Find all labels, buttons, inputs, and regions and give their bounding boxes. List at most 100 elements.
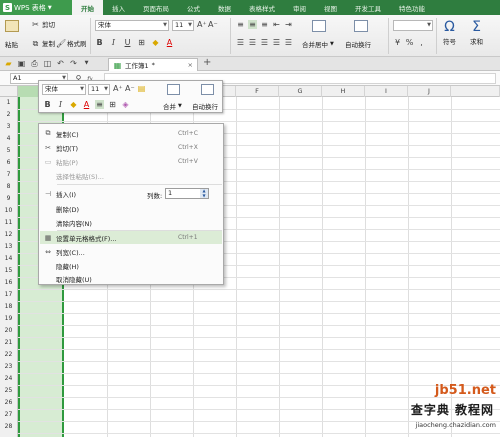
underline-icon[interactable]: U (123, 38, 132, 47)
row-header[interactable]: 10 (0, 205, 17, 217)
format-painter-button[interactable]: 🖌 格式刷 (56, 38, 87, 49)
tab-workbook1[interactable]: ▦ 工作簿1 * × (108, 58, 198, 71)
paste-button[interactable]: 粘贴 (5, 39, 18, 49)
row-header[interactable]: 25 (0, 385, 17, 397)
row-header[interactable]: 12 (0, 229, 17, 241)
menu-item-delete[interactable]: 删除(D) (40, 202, 222, 215)
font-grow-icon[interactable]: A⁺ (113, 84, 123, 93)
border-icon[interactable]: ⊞ (108, 100, 117, 109)
row-header[interactable]: 26 (0, 397, 17, 409)
row-header[interactable]: 8 (0, 181, 17, 193)
tab-features[interactable]: 特色功能 (390, 0, 434, 15)
row-header[interactable]: 24 (0, 373, 17, 385)
sum-button[interactable]: Σ 求和 (470, 19, 483, 46)
mini-font-name-select[interactable]: 宋体 ▼ (42, 84, 86, 95)
menu-item-paste-special[interactable]: 选择性粘贴(S)... (40, 169, 222, 182)
row-header[interactable]: 9 (0, 193, 17, 205)
select-all-corner[interactable] (0, 86, 18, 97)
row-header[interactable]: 14 (0, 253, 17, 265)
row-header[interactable]: 7 (0, 169, 17, 181)
new-tab-button[interactable]: + (203, 57, 211, 68)
menu-item-format-cells[interactable]: ▦ 设置单元格格式(F)... Ctrl+1 (40, 231, 222, 244)
font-grow-icon[interactable]: A⁺ (197, 20, 207, 29)
merge-center-button[interactable]: 合并居中 ▼ (302, 39, 334, 49)
copy-button[interactable]: ⧉ 复制 (31, 38, 55, 49)
merge-center-icon[interactable] (312, 20, 326, 32)
thousands-icon[interactable]: , (417, 38, 426, 47)
row-header[interactable]: 20 (0, 325, 17, 337)
tab-page-layout[interactable]: 页面布局 (134, 0, 178, 15)
row-header[interactable]: 6 (0, 157, 17, 169)
row-header[interactable]: 23 (0, 361, 17, 373)
indent-decrease-icon[interactable]: ⇤ (272, 20, 281, 29)
border-icon[interactable]: ⊞ (137, 38, 146, 47)
row-header[interactable]: 11 (0, 217, 17, 229)
indent-increase-icon[interactable]: ⇥ (284, 20, 293, 29)
menu-item-copy[interactable]: ⧉ 复制(C) Ctrl+C (40, 127, 222, 140)
row-header[interactable]: 5 (0, 145, 17, 157)
row-header[interactable]: 22 (0, 349, 17, 361)
table-style-icon[interactable]: ▤ (137, 84, 146, 93)
distribute-icon[interactable]: ☰ (284, 38, 293, 47)
align-center-icon[interactable]: ☰ (248, 38, 257, 47)
menu-item-clear[interactable]: 清除内容(N) (40, 216, 222, 229)
align-top-icon[interactable]: ≡ (236, 20, 245, 29)
font-color-icon[interactable]: A (82, 100, 91, 109)
mini-merge-button[interactable]: 合并 ▼ (163, 101, 182, 111)
row-header[interactable]: 3 (0, 121, 17, 133)
menu-item-hide[interactable]: 隐藏(H) (40, 259, 222, 272)
preview-icon[interactable]: ◫ (43, 59, 52, 68)
column-header-k[interactable] (451, 86, 500, 97)
row-header[interactable]: 28 (0, 421, 17, 433)
tab-formulas[interactable]: 公式 (178, 0, 209, 15)
wrap-icon[interactable] (201, 84, 214, 95)
column-header-f[interactable]: F (236, 86, 279, 97)
open-folder-icon[interactable]: ▰ (4, 59, 13, 68)
font-name-select[interactable]: 宋体 ▼ (95, 20, 169, 31)
mini-font-size-select[interactable]: 11 ▼ (88, 84, 110, 95)
app-menu-button[interactable]: S WPS 表格 ▼ (0, 0, 72, 15)
wrap-text-button[interactable]: 自动换行 (345, 39, 371, 49)
font-shrink-icon[interactable]: A⁻ (125, 84, 135, 93)
font-size-select[interactable]: 11 ▼ (172, 20, 194, 31)
print-icon[interactable]: ⎙ (30, 59, 39, 68)
tab-table-style[interactable]: 表格样式 (240, 0, 284, 15)
undo-icon[interactable]: ↶ (56, 59, 65, 68)
close-tab-icon[interactable]: × (188, 61, 193, 69)
bold-icon[interactable]: B (95, 38, 104, 47)
number-format-select[interactable]: ▼ (393, 20, 433, 31)
tab-review[interactable]: 审阅 (284, 0, 315, 15)
row-header[interactable]: 15 (0, 265, 17, 277)
fill-color-icon[interactable]: ◆ (69, 100, 78, 109)
italic-icon[interactable]: I (109, 38, 118, 47)
menu-item-unhide[interactable]: 取消隐藏(U) (40, 272, 222, 285)
align-middle-icon[interactable]: ≡ (248, 20, 257, 29)
row-header[interactable]: 4 (0, 133, 17, 145)
paste-icon[interactable] (5, 20, 19, 32)
mini-wrap-button[interactable]: 自动换行 (192, 101, 218, 111)
tab-developer[interactable]: 开发工具 (346, 0, 390, 15)
insert-count-spinner[interactable]: 1 ▲ ▼ (165, 188, 209, 199)
wrap-text-icon[interactable] (354, 20, 368, 32)
row-header[interactable]: 19 (0, 313, 17, 325)
row-header[interactable]: 16 (0, 277, 17, 289)
menu-item-column-width[interactable]: ⇔ 列宽(C)... (40, 245, 222, 258)
column-header-g[interactable]: G (279, 86, 322, 97)
row-header[interactable]: 21 (0, 337, 17, 349)
percent-icon[interactable]: % (405, 38, 414, 47)
menu-item-paste[interactable]: ▭ 粘贴(P) Ctrl+V (40, 155, 222, 168)
bold-icon[interactable]: B (43, 100, 52, 109)
cut-button[interactable]: ✂ 剪切 (31, 19, 55, 30)
align-bottom-icon[interactable]: ≡ (260, 20, 269, 29)
column-header-h[interactable]: H (322, 86, 365, 97)
column-header-i[interactable]: I (365, 86, 408, 97)
tab-view[interactable]: 视图 (315, 0, 346, 15)
eraser-icon[interactable]: ◈ (121, 100, 130, 109)
tab-home[interactable]: 开始 (72, 0, 103, 15)
italic-icon[interactable]: I (56, 100, 65, 109)
symbol-button[interactable]: Ω 符号 (443, 19, 456, 46)
fill-color-icon[interactable]: ◆ (151, 38, 160, 47)
tab-data[interactable]: 数据 (209, 0, 240, 15)
menu-item-cut[interactable]: ✂ 剪切(T) Ctrl+X (40, 141, 222, 154)
save-icon[interactable]: ▣ (17, 59, 26, 68)
